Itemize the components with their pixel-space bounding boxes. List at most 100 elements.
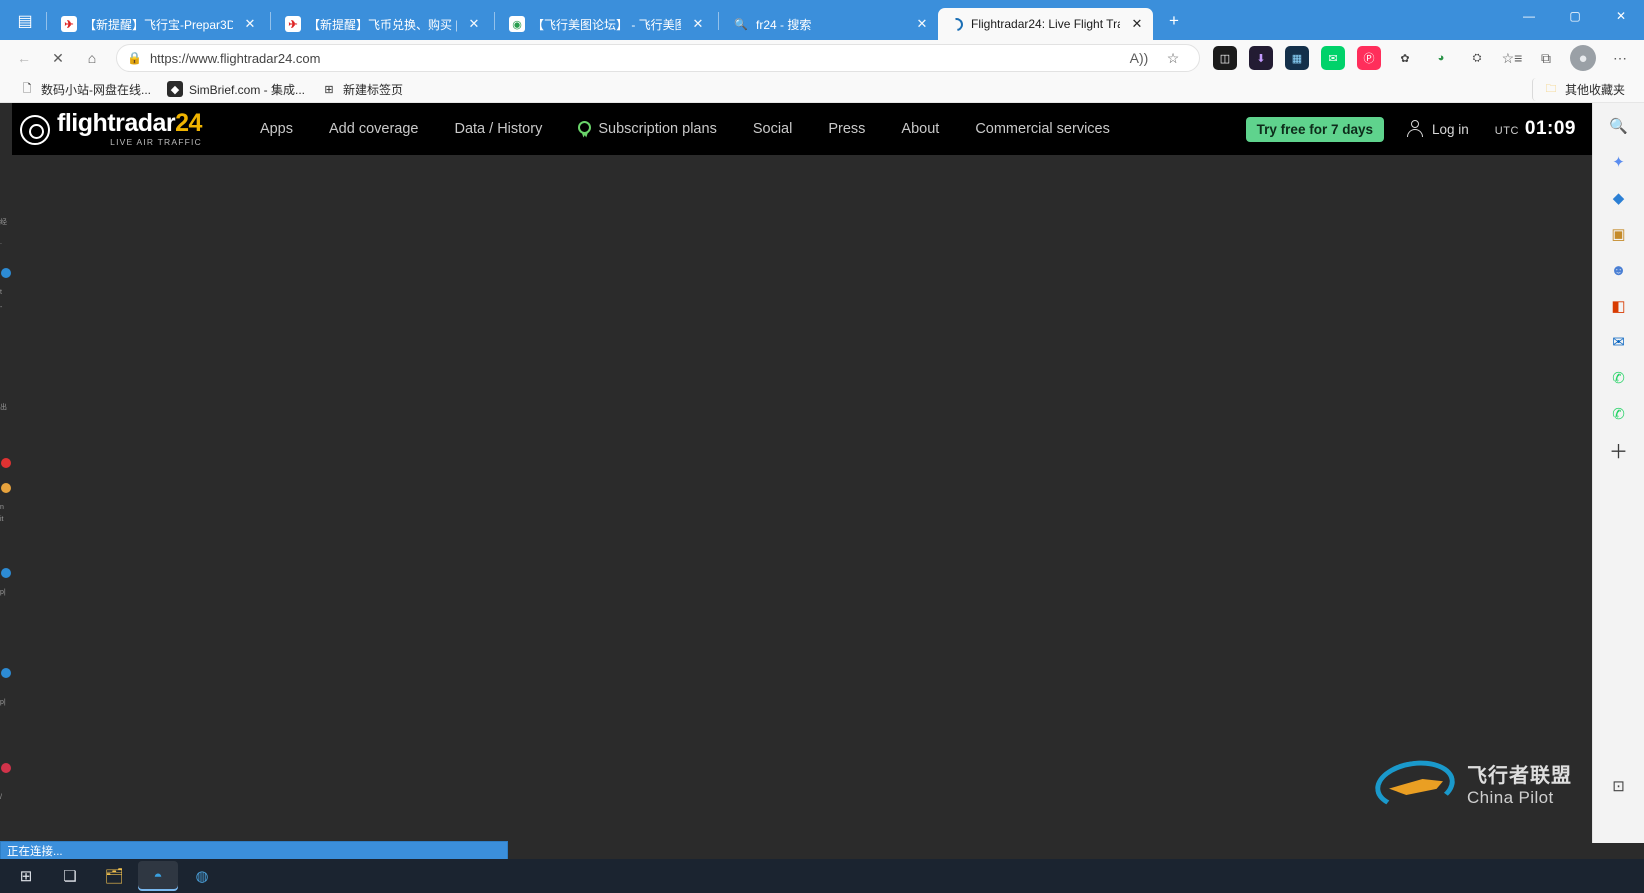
close-icon[interactable]: ✕: [912, 14, 932, 34]
edge-sidebar: 🔍 ✦ ◆ ▣ ☻ ◧ ✉ ✆ ✆ ＋ ⊡: [1592, 103, 1644, 843]
nav-item-social[interactable]: Social: [735, 121, 811, 137]
screenshot-icon[interactable]: ▦: [1285, 46, 1309, 70]
edge-taskbar-icon[interactable]: ◍: [182, 861, 222, 891]
nav-label: Press: [828, 121, 866, 137]
nav-item-apps[interactable]: Apps: [242, 121, 311, 137]
tab-title: 【飞行美图论坛】 - 飞行美图社: [532, 17, 681, 32]
whatsapp-icon[interactable]: ✆: [1604, 363, 1634, 393]
back-arrow-icon[interactable]: ←: [8, 44, 40, 72]
collections-icon[interactable]: ⧉: [1530, 44, 1562, 72]
green-circle-icon: ◉: [509, 16, 525, 32]
background-window-strip: 经 . t - 出 n it p| p| /: [0, 103, 12, 843]
logo-tagline: LIVE AIR TRAFFIC: [110, 137, 202, 148]
status-text: 正在连接...: [7, 846, 63, 858]
minimize-button[interactable]: —: [1506, 0, 1552, 32]
close-icon[interactable]: ✕: [464, 14, 484, 34]
folder-icon: 🗀: [1545, 82, 1557, 95]
search-icon: 🔍: [734, 18, 748, 31]
china-pilot-logo-icon: [1372, 755, 1458, 815]
tab-4-active[interactable]: Flightradar24: Live Flight Tracker ✕: [938, 8, 1153, 40]
pdf-tool-icon[interactable]: Ⓟ: [1357, 46, 1381, 70]
globe-extension-icon[interactable]: ◕: [1429, 46, 1453, 70]
downloads-icon[interactable]: ⬇: [1249, 46, 1273, 70]
strip-text: 经: [0, 219, 7, 226]
read-aloud-icon[interactable]: A)): [1123, 44, 1155, 72]
nav-item-commercial-services[interactable]: Commercial services: [957, 121, 1128, 137]
settings-more-icon[interactable]: ⋯: [1604, 44, 1636, 72]
bookmark-item-2[interactable]: ⊞ 新建标签页: [314, 78, 410, 101]
new-tab-icon: ⊞: [324, 83, 334, 96]
task-view-button[interactable]: ❏: [50, 861, 90, 891]
tab-overview-icon[interactable]: ▤: [8, 6, 42, 36]
start-button[interactable]: ⊞: [6, 861, 46, 891]
copilot-icon[interactable]: ✦: [1604, 147, 1634, 177]
search-icon[interactable]: 🔍: [1604, 111, 1634, 141]
page-icon: 🗋: [22, 82, 32, 95]
tab-1[interactable]: ✈ 【新提醒】飞币兑换、购买 | Fly ✕: [275, 8, 490, 40]
tab-2[interactable]: ◉ 【飞行美图论坛】 - 飞行美图社 ✕: [499, 8, 714, 40]
tools-icon[interactable]: ▣: [1604, 219, 1634, 249]
nav-item-about[interactable]: About: [883, 121, 957, 137]
favorites-list-icon[interactable]: ☆≡: [1496, 44, 1528, 72]
login-button[interactable]: Log in: [1406, 120, 1469, 138]
nav-item-data-history[interactable]: Data / History: [436, 121, 560, 137]
bookmark-label: 数码小站-网盘在线...: [41, 82, 151, 97]
split-screen-icon[interactable]: ◫: [1213, 46, 1237, 70]
browser-taskbar-icon[interactable]: ◓: [138, 861, 178, 891]
add-sidebar-app-icon[interactable]: ＋: [1604, 435, 1634, 465]
address-bar-url: https://www.flightradar24.com: [149, 50, 321, 66]
home-icon[interactable]: ⌂: [76, 44, 108, 72]
loading-spinner-icon: [946, 14, 966, 34]
close-icon[interactable]: ✕: [688, 14, 708, 34]
other-favorites-folder[interactable]: 🗀 其他收藏夹: [1531, 77, 1632, 101]
map-canvas[interactable]: 飞行者联盟 China Pilot: [0, 155, 1592, 843]
nav-label: Social: [752, 121, 793, 137]
puzzle-extensions-icon[interactable]: ⛭: [1465, 46, 1489, 70]
windows-taskbar: ⊞ ❏ 🗂 ◓ ◍: [0, 859, 1644, 893]
clock-time: 01:09: [1524, 118, 1576, 139]
fr24-logo[interactable]: flightradar24 LIVE AIR TRAFFIC: [20, 111, 202, 147]
page-viewport: flightradar24 LIVE AIR TRAFFIC Apps Add …: [0, 103, 1592, 843]
stop-loading-icon[interactable]: ✕: [42, 44, 74, 72]
profile-avatar-icon[interactable]: ●: [1570, 45, 1596, 71]
close-window-button[interactable]: ✕: [1598, 0, 1644, 32]
wechat-icon[interactable]: ✉: [1321, 46, 1345, 70]
strip-dot-icon: [1, 458, 11, 468]
add-favorite-star-icon[interactable]: ☆: [1157, 44, 1189, 72]
nav-label: Subscription plans: [598, 121, 717, 137]
try-free-button[interactable]: Try free for 7 days: [1245, 116, 1384, 142]
address-bar-actions: A)) ☆: [1123, 44, 1189, 72]
panda-extension-icon[interactable]: ✿: [1393, 46, 1417, 70]
watermark: 飞行者联盟 China Pilot: [1372, 755, 1572, 815]
close-icon[interactable]: ✕: [1127, 14, 1147, 34]
other-favorites-label: 其他收藏夹: [1564, 82, 1625, 97]
nav-item-add-coverage[interactable]: Add coverage: [311, 121, 436, 137]
maximize-button[interactable]: ▢: [1552, 0, 1598, 32]
customize-sidebar-icon[interactable]: ⊡: [1604, 771, 1634, 801]
strip-dot-icon: [1, 568, 11, 578]
bookmark-item-0[interactable]: 🗋 数码小站-网盘在线...: [12, 78, 158, 101]
bookmarks-bar: 🗋 数码小站-网盘在线... ◆ SimBrief.com - 集成... ⊞ …: [0, 76, 1644, 103]
office-icon[interactable]: ◧: [1604, 291, 1634, 321]
games-icon[interactable]: ☻: [1604, 255, 1634, 285]
tab-strip: ▤ ✈ 【新提醒】飞行宝-Prepar3D,P3D ✕ ✈ 【新提醒】飞币兑换、…: [0, 0, 1506, 40]
tab-separator: [494, 12, 495, 30]
tab-separator: [718, 12, 719, 30]
bookmark-item-1[interactable]: ◆ SimBrief.com - 集成...: [160, 78, 312, 101]
shopping-icon[interactable]: ◆: [1604, 183, 1634, 213]
messenger-icon[interactable]: ✆: [1604, 399, 1634, 429]
new-tab-button[interactable]: +: [1159, 6, 1189, 36]
address-bar[interactable]: 🔒 https://www.flightradar24.com A)) ☆: [116, 44, 1200, 72]
nav-label: Apps: [259, 121, 293, 137]
nav-item-press[interactable]: Press: [810, 121, 883, 137]
close-icon[interactable]: ✕: [240, 14, 260, 34]
nav-item-subscription-plans[interactable]: Subscription plans: [560, 120, 735, 138]
file-explorer-taskbar-icon[interactable]: 🗂: [94, 861, 134, 891]
tab-3[interactable]: 🔍 fr24 - 搜索 ✕: [723, 8, 938, 40]
tab-separator: [46, 12, 47, 30]
window-controls: — ▢ ✕: [1506, 0, 1644, 40]
nav-label: Commercial services: [975, 121, 1110, 137]
outlook-icon[interactable]: ✉: [1604, 327, 1634, 357]
tab-0[interactable]: ✈ 【新提醒】飞行宝-Prepar3D,P3D ✕: [51, 8, 266, 40]
bookmark-label: SimBrief.com - 集成...: [189, 82, 306, 97]
